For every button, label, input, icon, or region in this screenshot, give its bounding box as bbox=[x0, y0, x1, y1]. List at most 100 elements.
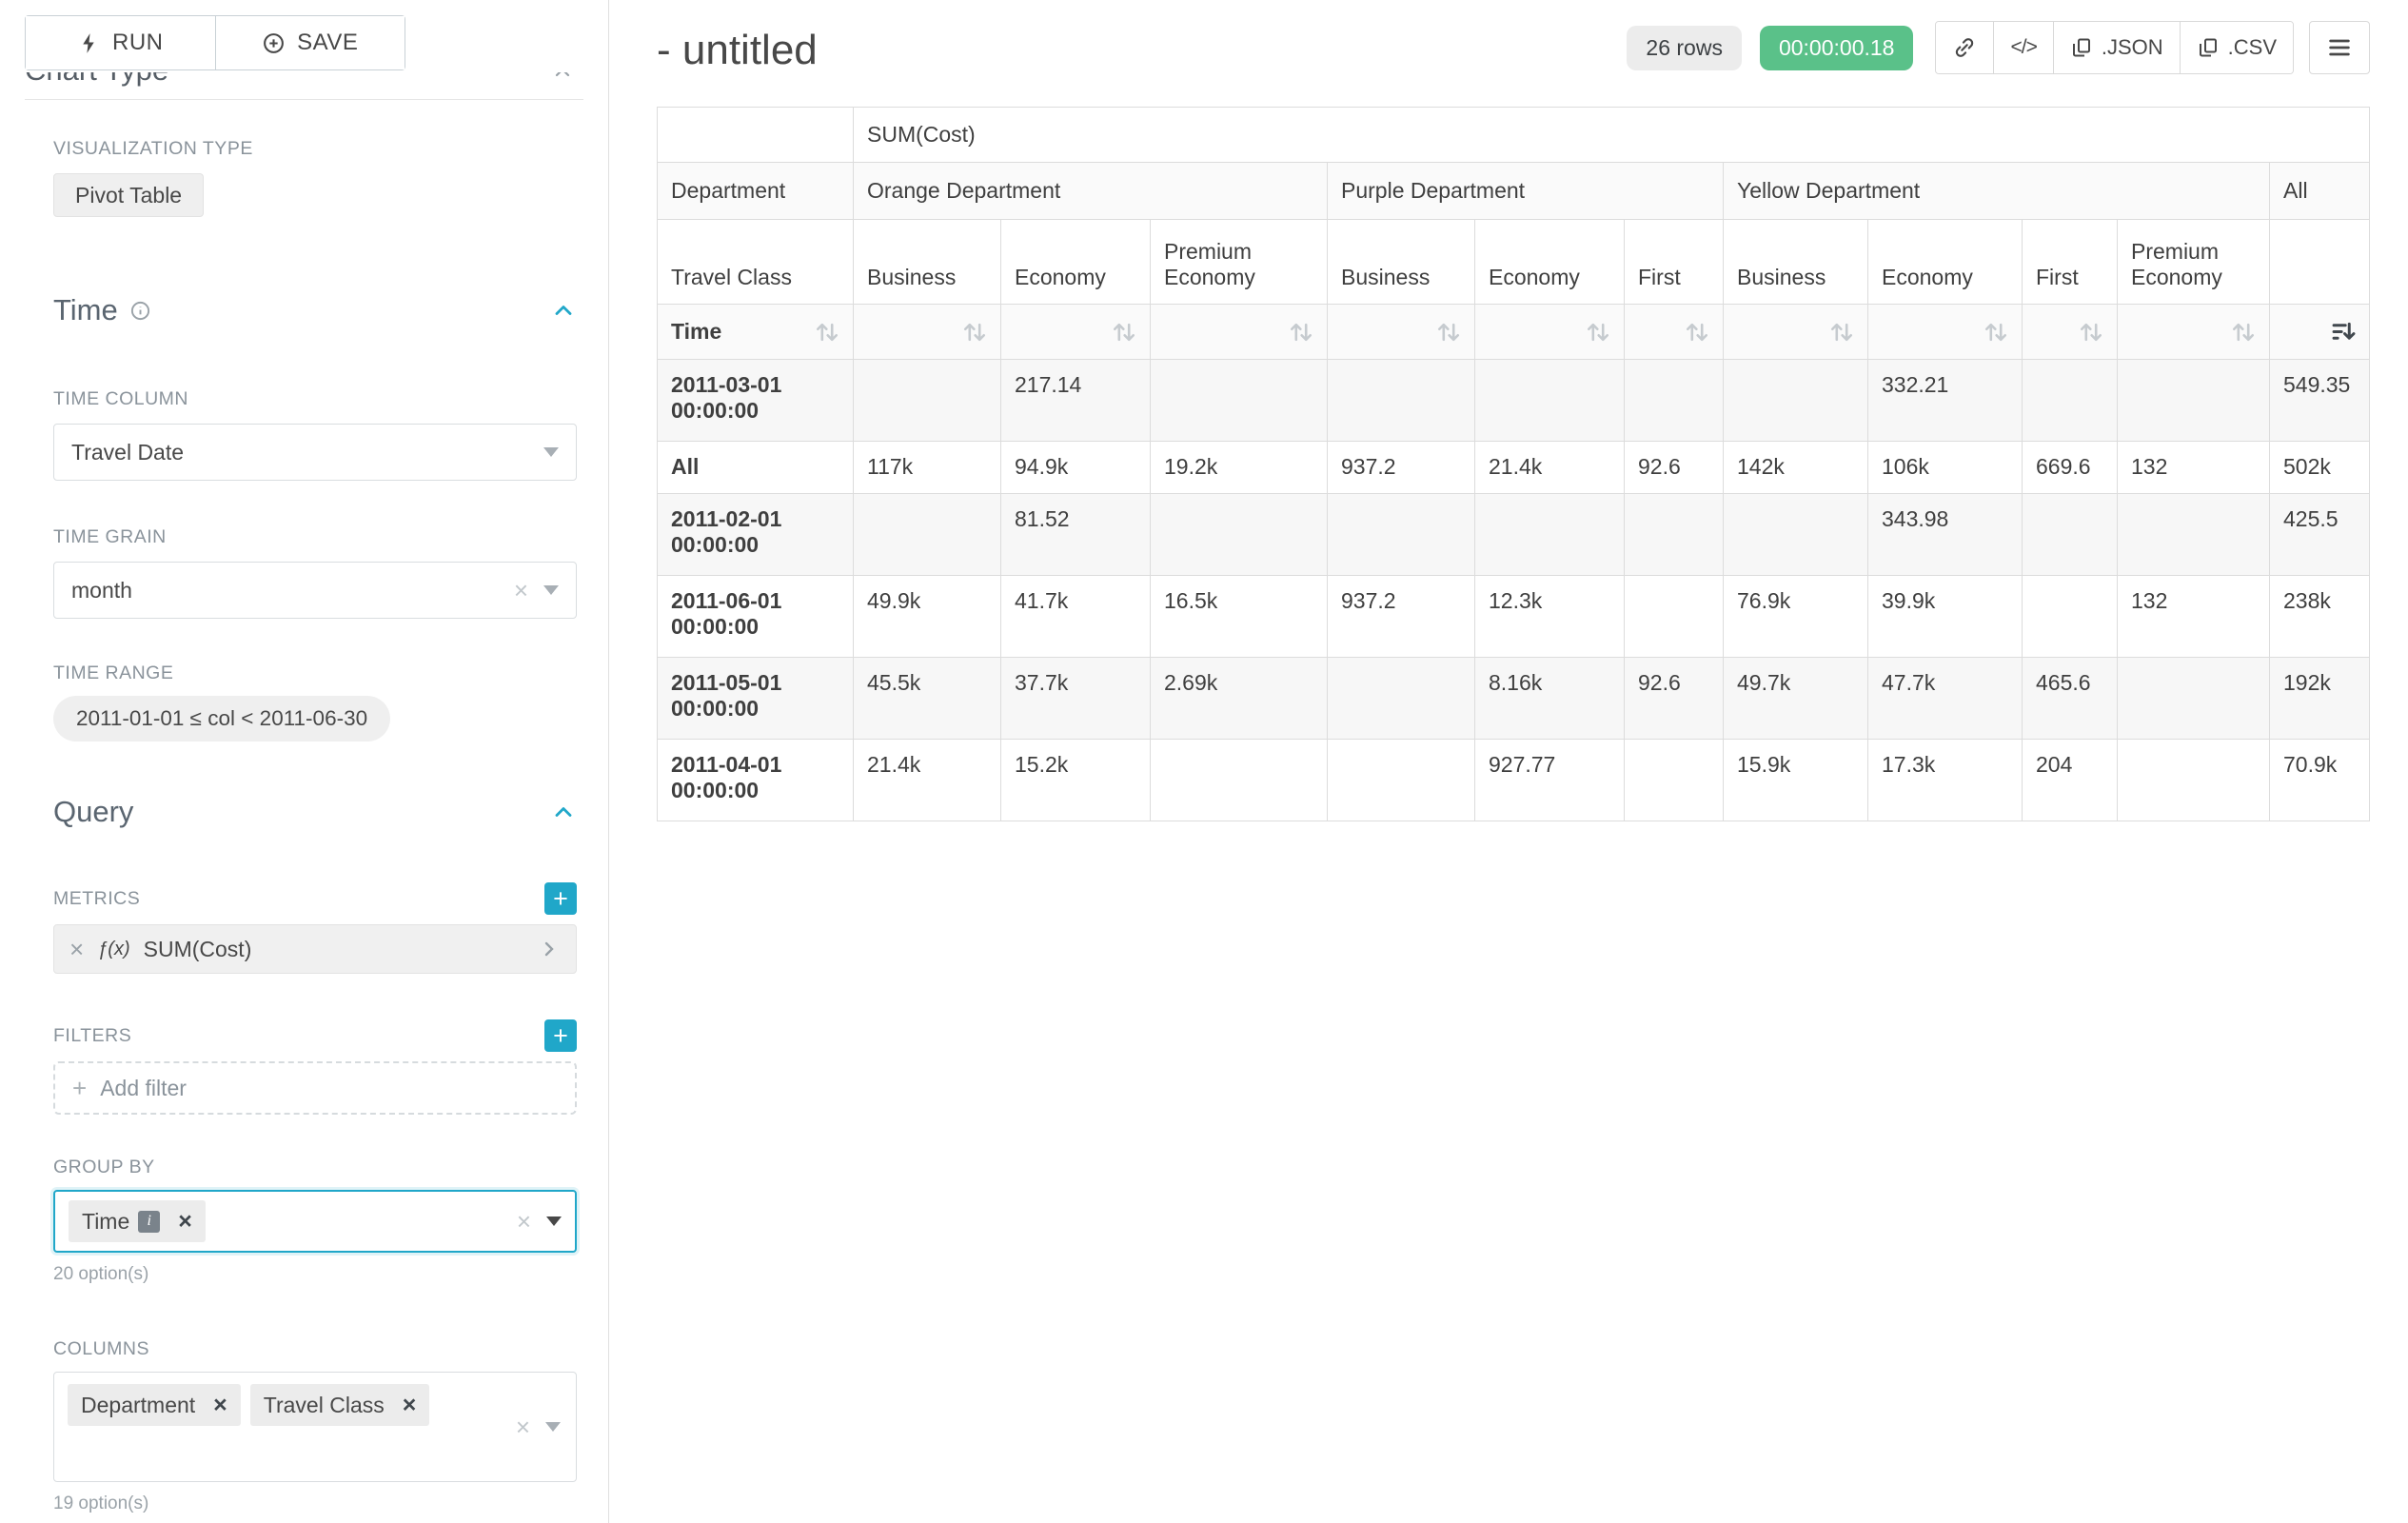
pivot-table: SUM(Cost)DepartmentOrange DepartmentPurp… bbox=[657, 107, 2370, 821]
value-cell: 94.9k bbox=[1001, 442, 1151, 494]
time-column-select[interactable]: Travel Date bbox=[53, 424, 577, 481]
save-button[interactable]: SAVE bbox=[215, 16, 405, 69]
group-by-options-hint: 20 option(s) bbox=[53, 1264, 577, 1285]
columns-pills: Department×Travel Class× bbox=[68, 1384, 563, 1426]
time-column-label: TIME COLUMN bbox=[53, 388, 577, 410]
value-cell bbox=[1328, 494, 1475, 576]
save-plus-icon bbox=[262, 31, 286, 55]
row-label-cell: 2011-02-01 00:00:00 bbox=[658, 494, 854, 576]
info-icon: i bbox=[138, 1211, 160, 1233]
selected-option-pill[interactable]: Travel Class× bbox=[250, 1384, 430, 1426]
time-collapse-icon[interactable] bbox=[550, 297, 577, 324]
sort-cell bbox=[2118, 305, 2270, 360]
embed-code-button[interactable]: </> bbox=[1993, 22, 2052, 73]
value-cell: 45.5k bbox=[854, 658, 1001, 740]
remove-metric-icon[interactable]: × bbox=[69, 937, 84, 961]
chart-type-collapse-icon[interactable] bbox=[551, 72, 574, 84]
value-cell bbox=[1328, 658, 1475, 740]
value-cell: 37.7k bbox=[1001, 658, 1151, 740]
sort-icon[interactable] bbox=[1112, 320, 1136, 345]
row-label-cell: All bbox=[658, 442, 854, 494]
value-cell: 332.21 bbox=[1868, 360, 2023, 442]
value-cell bbox=[2118, 494, 2270, 576]
sort-icon[interactable] bbox=[2079, 320, 2103, 345]
time-grain-select[interactable]: month × bbox=[53, 562, 577, 619]
sort-icon[interactable] bbox=[1289, 320, 1313, 345]
add-filter-button[interactable]: + Add filter bbox=[53, 1061, 577, 1115]
value-cell: 76.9k bbox=[1724, 576, 1868, 658]
query-collapse-icon[interactable] bbox=[550, 799, 577, 825]
group-by-select[interactable]: Timei × × bbox=[53, 1190, 577, 1253]
value-cell: 70.9k bbox=[2270, 740, 2370, 821]
value-cell: 106k bbox=[1868, 442, 2023, 494]
group-header-cell: Yellow Department bbox=[1724, 163, 2270, 220]
value-cell: 343.98 bbox=[1868, 494, 2023, 576]
columns-options-hint: 19 option(s) bbox=[53, 1493, 577, 1514]
share-link-button[interactable] bbox=[1936, 22, 1993, 73]
query-section-title: Query bbox=[53, 795, 133, 829]
run-button[interactable]: RUN bbox=[26, 16, 215, 69]
add-metric-button[interactable]: + bbox=[544, 882, 577, 915]
sort-icon[interactable] bbox=[815, 320, 839, 345]
table-row: 2011-04-01 00:00:0021.4k15.2k927.7715.9k… bbox=[658, 740, 2370, 821]
pill-remove-icon[interactable]: × bbox=[204, 1392, 237, 1419]
metric-expand-icon[interactable] bbox=[538, 938, 561, 960]
menu-button[interactable] bbox=[2309, 21, 2370, 74]
sort-icon[interactable] bbox=[1586, 320, 1610, 345]
value-cell bbox=[1625, 494, 1724, 576]
value-cell: 425.5 bbox=[2270, 494, 2370, 576]
sort-descending-active-icon[interactable] bbox=[2330, 319, 2356, 345]
sort-cell bbox=[1868, 305, 2023, 360]
column-header-cell: Business bbox=[854, 220, 1001, 305]
clear-icon[interactable]: × bbox=[516, 1414, 530, 1439]
pill-remove-icon[interactable]: × bbox=[168, 1208, 202, 1236]
sort-icon[interactable] bbox=[962, 320, 987, 345]
export-json-button[interactable]: .JSON bbox=[2053, 22, 2180, 73]
value-cell bbox=[1625, 740, 1724, 821]
chart-type-heading: Chart Type bbox=[25, 72, 168, 88]
dropdown-caret-icon bbox=[543, 447, 559, 457]
pill-label: Time bbox=[82, 1209, 129, 1235]
time-grain-value: month bbox=[71, 578, 514, 603]
sort-icon[interactable] bbox=[1984, 320, 2008, 345]
sort-cell bbox=[1328, 305, 1475, 360]
value-cell: 41.7k bbox=[1001, 576, 1151, 658]
value-cell bbox=[854, 494, 1001, 576]
sort-cell bbox=[2023, 305, 2118, 360]
sort-icon[interactable] bbox=[1436, 320, 1461, 345]
link-icon bbox=[1952, 35, 1977, 60]
value-cell bbox=[2118, 740, 2270, 821]
sort-icon[interactable] bbox=[1829, 320, 1854, 345]
sort-icon[interactable] bbox=[2231, 320, 2256, 345]
value-cell: 81.52 bbox=[1001, 494, 1151, 576]
metric-item[interactable]: × ƒ(x) SUM(Cost) bbox=[53, 924, 577, 974]
metrics-label: METRICS bbox=[53, 888, 140, 910]
export-csv-button[interactable]: .CSV bbox=[2180, 22, 2293, 73]
group-header-cell: Purple Department bbox=[1328, 163, 1724, 220]
value-cell: 192k bbox=[2270, 658, 2370, 740]
time-range-value[interactable]: 2011-01-01 ≤ col < 2011-06-30 bbox=[53, 696, 390, 742]
row-label-cell: 2011-05-01 00:00:00 bbox=[658, 658, 854, 740]
clear-icon[interactable]: × bbox=[517, 1209, 531, 1234]
csv-download-icon bbox=[2197, 36, 2220, 59]
save-label: SAVE bbox=[297, 30, 358, 56]
table-row: All117k94.9k19.2k937.221.4k92.6142k106k6… bbox=[658, 442, 2370, 494]
visualization-type-value[interactable]: Pivot Table bbox=[53, 173, 204, 217]
columns-label: COLUMNS bbox=[53, 1338, 577, 1360]
pill-remove-icon[interactable]: × bbox=[393, 1392, 426, 1419]
clear-icon[interactable]: × bbox=[514, 578, 528, 603]
value-cell bbox=[2118, 658, 2270, 740]
columns-select[interactable]: Department×Travel Class× × bbox=[53, 1372, 577, 1482]
run-lightning-icon bbox=[77, 31, 101, 55]
sort-icon[interactable] bbox=[1685, 320, 1709, 345]
value-cell: 15.9k bbox=[1724, 740, 1868, 821]
add-filter-plus-button[interactable]: + bbox=[544, 1019, 577, 1052]
value-cell: 39.9k bbox=[1868, 576, 2023, 658]
selected-option-pill[interactable]: Department× bbox=[68, 1384, 241, 1426]
group-header-cell: Orange Department bbox=[854, 163, 1328, 220]
dropdown-caret-icon bbox=[546, 1216, 562, 1226]
fx-icon: ƒ(x) bbox=[97, 939, 129, 960]
selected-option-pill[interactable]: Timei × bbox=[69, 1200, 206, 1242]
value-cell: 21.4k bbox=[854, 740, 1001, 821]
value-cell: 927.77 bbox=[1475, 740, 1625, 821]
